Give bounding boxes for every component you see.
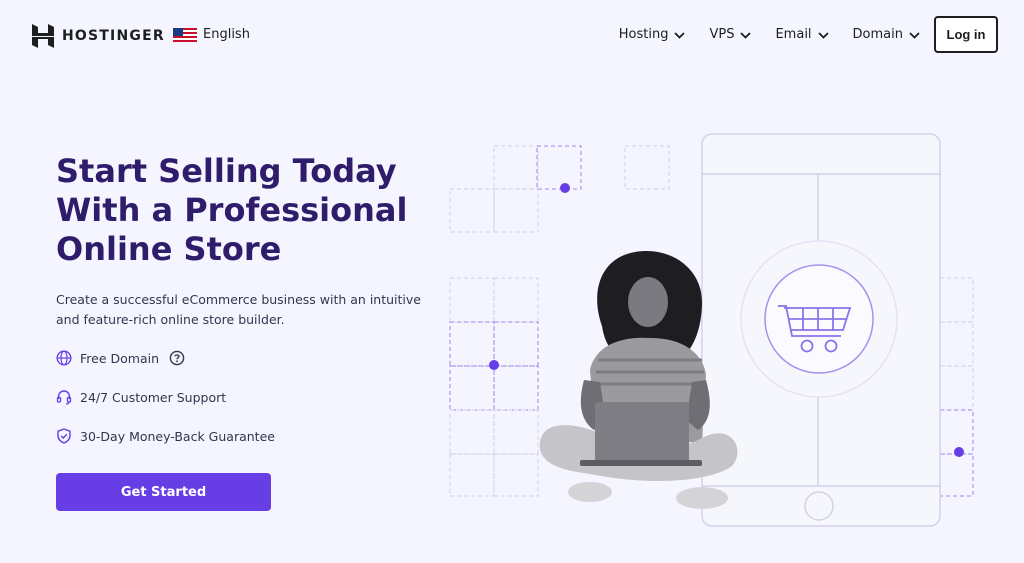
brand-logo[interactable]: HOSTINGER (32, 24, 165, 48)
hero-title-line: Online Store (56, 230, 282, 268)
feature-free-domain: Free Domain (56, 348, 275, 368)
hero-title-line: Start Selling Today (56, 152, 397, 190)
feature-label: Free Domain (80, 350, 160, 366)
feature-list: Free Domain 24/7 Customer Support 30-Day… (56, 348, 275, 465)
globe-icon (56, 350, 72, 366)
chevron-down-icon (909, 31, 920, 39)
headset-icon (56, 390, 72, 405)
nav-item-hosting[interactable]: Hosting (619, 27, 686, 42)
get-started-button[interactable]: Get Started (56, 473, 271, 511)
site-header: HOSTINGER English Hosting VPS Email Doma… (0, 0, 1024, 70)
nav-item-vps[interactable]: VPS (709, 27, 752, 42)
chevron-down-icon (740, 31, 752, 39)
accent-dot (954, 447, 964, 457)
feature-label: 30-Day Money-Back Guarantee (80, 428, 275, 444)
hero-illustration (449, 133, 974, 527)
help-icon[interactable] (169, 350, 185, 366)
nav-item-label: Domain (852, 27, 903, 42)
main-nav: Hosting VPS Email Domain Log in (619, 16, 998, 53)
language-selector[interactable]: English (173, 27, 250, 42)
hostinger-logo-icon (32, 24, 54, 48)
hero-subtitle: Create a successful eCommerce business w… (56, 292, 421, 327)
feature-guarantee: 30-Day Money-Back Guarantee (56, 426, 275, 446)
accent-dot (489, 360, 499, 370)
nav-item-domain[interactable]: Domain (853, 27, 920, 42)
feature-label: 24/7 Customer Support (80, 389, 227, 405)
nav-item-label: VPS (709, 27, 735, 42)
us-flag-icon (173, 27, 197, 42)
nav-item-label: Hosting (618, 27, 669, 42)
shield-check-icon (57, 428, 71, 444)
hero-title: Start Selling Today With a Professional … (56, 152, 436, 269)
language-label: English (203, 27, 250, 42)
chevron-down-icon (817, 31, 829, 39)
accent-dot (560, 183, 570, 193)
brand-name: HOSTINGER (62, 28, 165, 44)
login-button[interactable]: Log in (934, 16, 998, 53)
nav-item-email[interactable]: Email (775, 27, 829, 42)
chevron-down-icon (674, 31, 686, 39)
hero-title-line: With a Professional (56, 191, 408, 229)
nav-item-label: Email (775, 27, 812, 42)
feature-support: 24/7 Customer Support (56, 387, 275, 407)
